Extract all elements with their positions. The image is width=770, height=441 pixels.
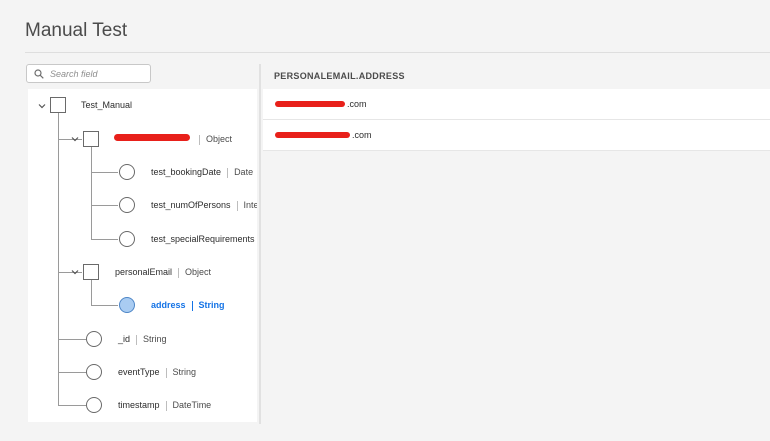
separator [199,134,200,145]
radio-test-num-of-persons[interactable] [119,197,135,213]
node-label: test_specialRequirements [151,234,255,244]
tree-branch [91,239,118,240]
tree-branch [58,372,86,373]
tree-node-test-num-of-persons[interactable]: test_numOfPersons Integ [151,200,257,211]
checkbox-personal-email[interactable] [83,264,99,280]
table-row[interactable]: .com [263,89,770,120]
table-cell: .com [352,130,372,140]
separator [136,334,138,345]
chevron-down-icon[interactable] [37,101,47,111]
checkbox-root[interactable] [50,97,66,113]
tree-node-event-type[interactable]: eventType String [118,367,196,378]
tree-line-group1 [91,146,92,239]
tree-node-test-special-requirements[interactable]: test_specialRequirements [151,234,257,245]
node-type: Date [234,167,254,177]
separator [227,167,229,178]
node-label: eventType [118,367,160,377]
node-type: String [143,334,167,344]
radio-event-type[interactable] [86,364,102,380]
node-type: String [198,300,225,310]
separator [236,200,238,211]
tree-line-personal-email [91,279,92,306]
node-type: Object [185,267,212,277]
separator [165,367,167,378]
radio-id[interactable] [86,331,102,347]
radio-address[interactable] [119,297,135,313]
tree-line-root [58,112,59,405]
table-row[interactable]: .com [263,120,770,151]
node-label: timestamp [118,400,160,410]
separator [178,267,180,278]
node-type: DateTime [172,400,212,410]
radio-timestamp[interactable] [86,397,102,413]
separator [165,400,167,411]
separator [191,300,193,311]
header-divider [25,52,770,53]
node-type: String [172,367,197,377]
chevron-down-icon[interactable] [70,267,80,277]
results-table: .com .com [263,89,770,151]
node-label: Test_Manual [81,100,133,110]
tree-node-timestamp[interactable]: timestamp DateTime [118,400,211,411]
chevron-down-icon[interactable] [70,134,80,144]
node-type: Object [206,134,233,144]
panel-divider[interactable] [259,64,261,424]
redaction-mark [114,134,190,141]
tree-node-group1[interactable]: Object [193,134,232,145]
redaction-mark [275,132,350,138]
node-label: test_numOfPersons [151,200,231,210]
table-cell: .com [347,99,367,109]
radio-test-booking-date[interactable] [119,164,135,180]
tree-node-id[interactable]: _id String [118,334,167,345]
search-input[interactable] [50,66,146,81]
results-column-header: PERSONALEMAIL.ADDRESS [274,71,405,81]
node-label: _id [118,334,131,344]
page-title: Manual Test [25,20,128,41]
tree-branch [58,405,86,406]
search-icon [34,69,44,79]
node-label: personalEmail [115,267,173,277]
tree-branch [91,172,118,173]
radio-test-special-requirements[interactable] [119,231,135,247]
node-label: test_bookingDate [151,167,222,177]
node-label: address [151,300,186,310]
schema-tree: Test_Manual Object test_bookingDate Date … [28,89,257,422]
tree-node-address[interactable]: address String [151,300,225,311]
tree-branch [58,339,86,340]
node-type: Integ [243,200,257,210]
tree-node-personal-email[interactable]: personalEmail Object [115,267,211,278]
checkbox-group1[interactable] [83,131,99,147]
redaction-mark [275,101,345,107]
tree-node-test-booking-date[interactable]: test_bookingDate Date [151,167,253,178]
search-field[interactable] [26,64,151,83]
tree-branch [91,205,118,206]
tree-node-root[interactable]: Test_Manual [81,100,132,110]
tree-branch [91,305,118,306]
